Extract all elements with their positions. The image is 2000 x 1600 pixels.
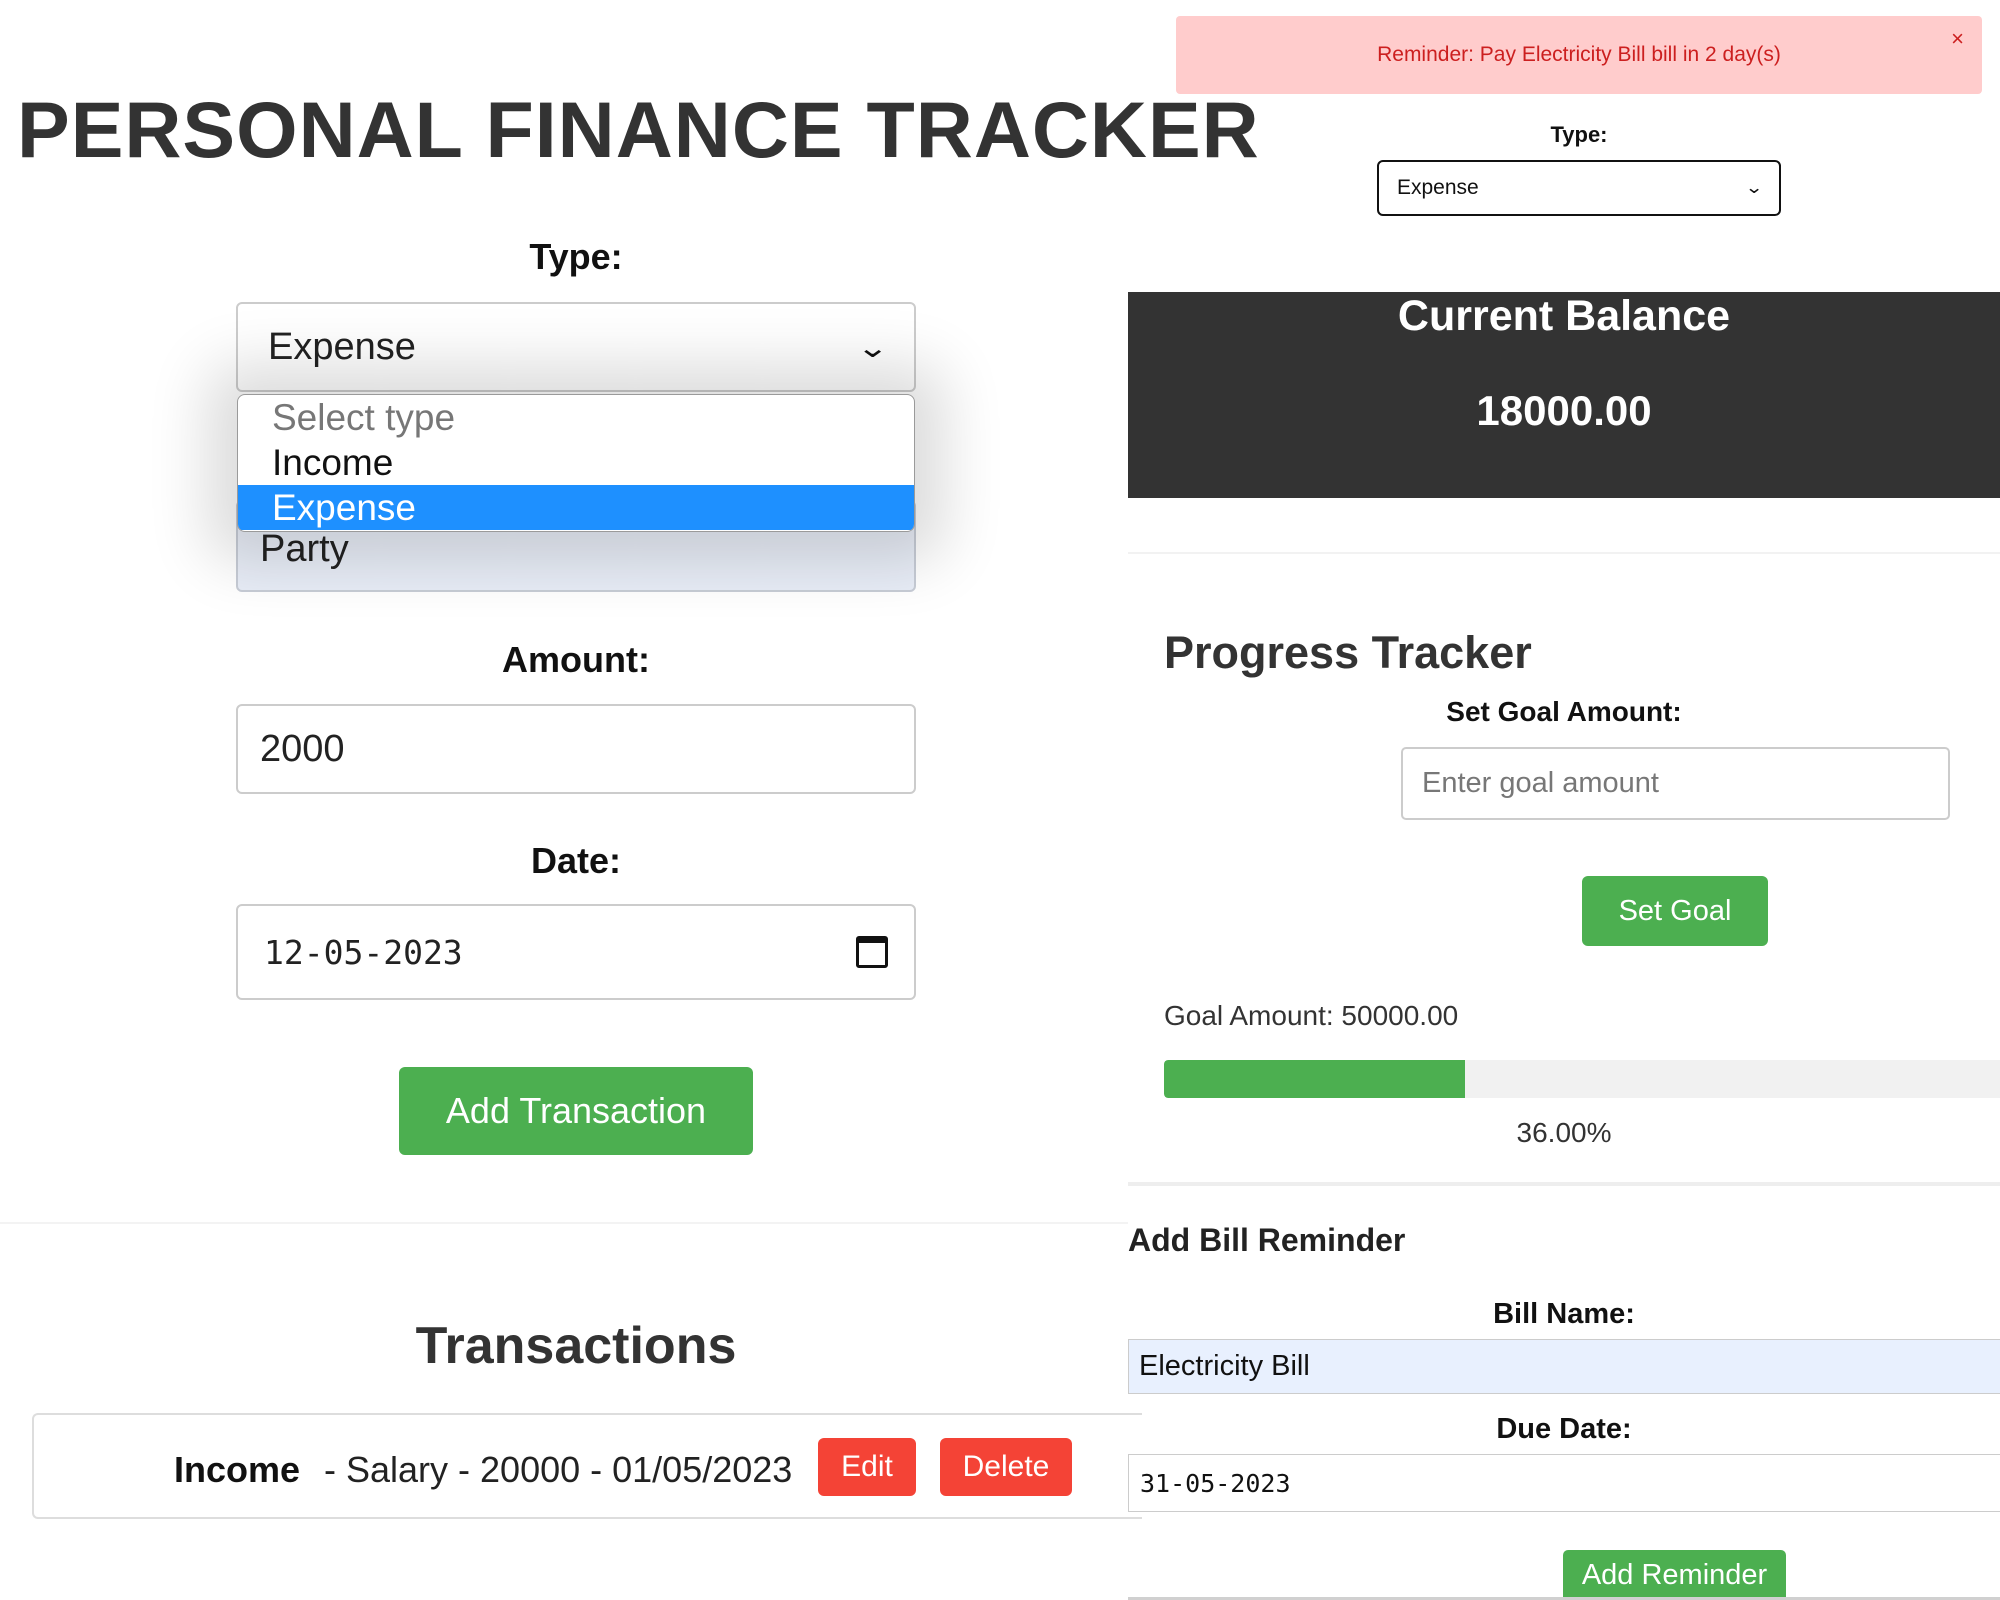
calendar-icon[interactable] [856,936,888,968]
amount-label: Amount: [502,639,650,680]
filter-type-label: Type: [1550,122,1608,147]
bill-name-input[interactable]: Electricity Bill [1128,1339,2000,1394]
goal-amount-label: Set Goal Amount: [1446,696,1682,727]
edit-button[interactable]: Edit [818,1438,916,1496]
transaction-details: - Salary - 20000 - 01/05/2023 [324,1449,793,1490]
type-select-value: Expense [268,325,416,368]
type-select[interactable]: Expense ⌄ [236,302,916,392]
progress-tracker-card: Progress Tracker Set Goal Amount: Enter … [1128,552,2000,1186]
bill-name-label: Bill Name: [1493,1298,1635,1330]
transactions-heading: Transactions [415,1317,737,1375]
add-reminder-button[interactable]: Add Reminder [1563,1550,1786,1600]
due-date-label: Due Date: [1496,1413,1632,1445]
balance-panel: Current Balance 18000.00 [1128,292,2000,498]
date-input[interactable]: 12-05-2023 [236,904,916,1000]
filter-type-select[interactable]: Expense ⌄ [1377,160,1781,216]
delete-button[interactable]: Delete [940,1438,1072,1496]
page-title: PERSONAL FINANCE TRACKER [17,85,1260,174]
goal-amount-input[interactable]: Enter goal amount [1401,747,1950,820]
balance-value: 18000.00 [1476,387,1652,434]
amount-value: 2000 [260,727,345,770]
filter-type-value: Expense [1397,176,1479,199]
date-value: 12-05-2023 [264,932,463,972]
progress-bar-fill [1164,1060,1465,1098]
date-label: Date: [530,840,622,881]
type-dropdown-list[interactable]: Select type Income Expense [237,394,915,532]
reminder-text: Reminder: Pay Electricity Bill bill in 2… [1377,43,1781,66]
transaction-row: Income - Salary - 20000 - 01/05/2023 Edi… [32,1413,1142,1519]
type-label: Type: [529,236,623,277]
reminder-banner: Reminder: Pay Electricity Bill bill in 2… [1176,16,1982,94]
add-transaction-button[interactable]: Add Transaction [399,1067,753,1155]
dropdown-option-income[interactable]: Income [238,440,914,485]
close-icon[interactable]: × [1951,26,1964,52]
progress-bar [1164,1060,2000,1098]
balance-title: Current Balance [1397,292,1731,340]
amount-input[interactable]: 2000 [236,704,916,794]
chevron-down-icon: ⌄ [855,331,889,363]
dropdown-option-select-type[interactable]: Select type [238,395,914,440]
section-divider [0,1222,1128,1224]
bill-reminder-heading: Add Bill Reminder [1128,1222,1406,1258]
due-date-input[interactable]: 31-05-2023 [1128,1454,2000,1512]
progress-percent: 36.00% [1516,1117,1612,1148]
progress-tracker-heading: Progress Tracker [1164,627,1532,678]
set-goal-button[interactable]: Set Goal [1582,876,1768,946]
dropdown-option-expense[interactable]: Expense [238,485,914,530]
chevron-down-icon: ⌄ [1744,178,1764,197]
goal-amount-text: Goal Amount: 50000.00 [1164,1000,1459,1031]
transaction-type: Income [174,1449,301,1490]
